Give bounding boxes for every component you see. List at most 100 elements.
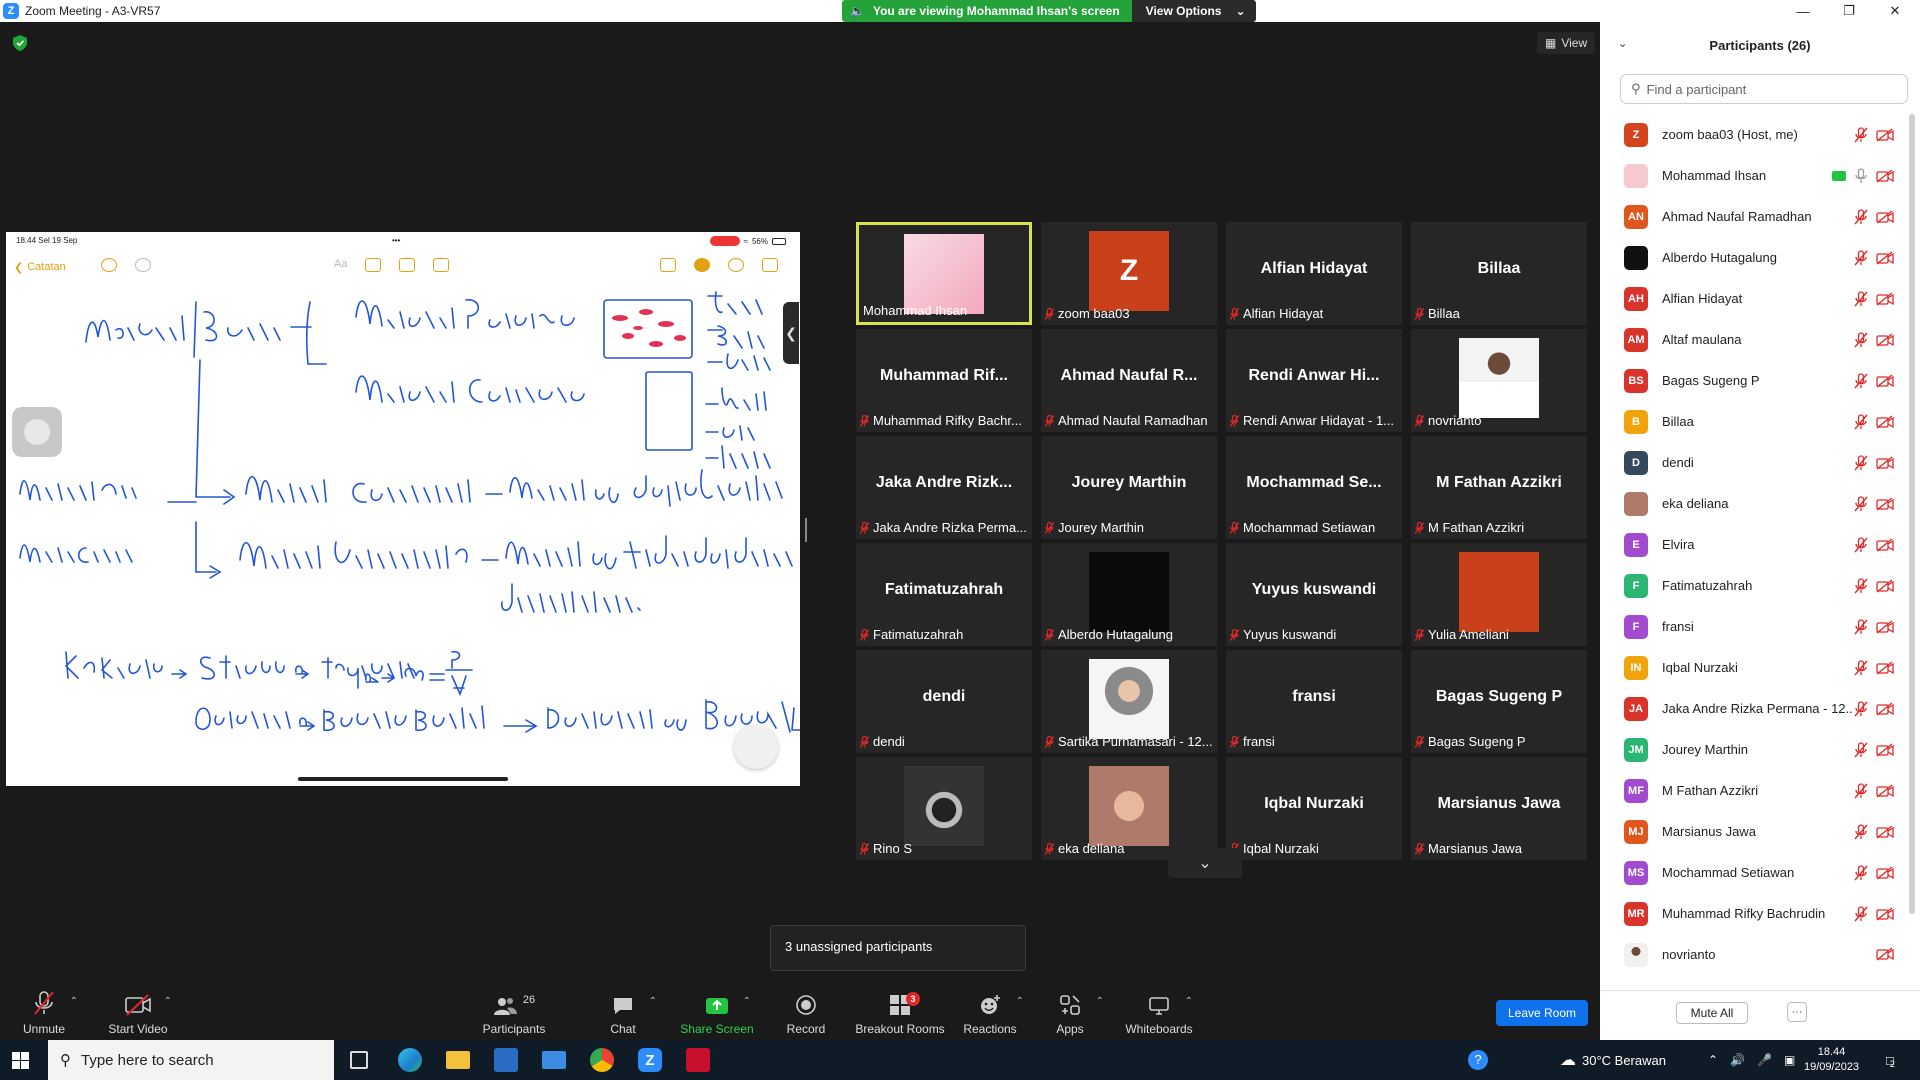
notification-button[interactable]: □ 2	[1886, 1040, 1895, 1080]
participant-tile[interactable]: Fatimatuzahrah Fatimatuzahrah	[856, 543, 1032, 646]
video-off-icon	[1876, 620, 1894, 634]
apps-caret-icon[interactable]: ⌃	[1096, 996, 1104, 1007]
taskbar-search-box[interactable]: ⚲ Type here to search	[48, 1040, 334, 1080]
participant-tile[interactable]: M Fathan Azzikri M Fathan Azzikri	[1411, 436, 1587, 539]
participant-list-item[interactable]: Alberdo Hutagalung	[1600, 237, 1906, 278]
muted-mic-icon	[860, 414, 869, 427]
mcafee-icon[interactable]	[686, 1048, 710, 1072]
audio-options-caret-icon[interactable]: ⌃	[70, 996, 78, 1007]
microphone-icon[interactable]: 🎤	[1757, 1053, 1772, 1067]
zoom-app-icon[interactable]: Z	[638, 1048, 662, 1072]
participant-list-item[interactable]: B Billaa	[1600, 401, 1906, 442]
file-explorer-icon[interactable]	[446, 1051, 470, 1069]
mail-icon[interactable]	[542, 1051, 566, 1069]
participant-tile[interactable]: Jaka Andre Rizk... Jaka Andre Rizka Perma…	[856, 436, 1032, 539]
participant-search-input[interactable]: ⚲ Find a participant	[1620, 74, 1908, 104]
participant-list-item[interactable]: BS Bagas Sugeng P	[1600, 360, 1906, 401]
participant-tile[interactable]: Mohammad Ihsan	[856, 222, 1032, 325]
view-options-button[interactable]: View Options ⌄	[1131, 0, 1256, 22]
participant-tile[interactable]: Jourey Marthin Jourey Marthin	[1041, 436, 1217, 539]
participant-tile[interactable]: Bagas Sugeng P Bagas Sugeng P	[1411, 650, 1587, 753]
muted-mic-icon	[1854, 291, 1868, 307]
participant-tile[interactable]: fransi fransi	[1226, 650, 1402, 753]
participants-button[interactable]: 26 Participants	[466, 990, 562, 1040]
participant-list-item[interactable]: MS Mochammad Setiawan	[1600, 852, 1906, 893]
participant-list-scrollbar[interactable]	[1909, 114, 1915, 914]
record-button[interactable]: Record	[758, 990, 854, 1040]
share-screen-button[interactable]: Share Screen ⌃	[669, 990, 765, 1040]
whiteboards-caret-icon[interactable]: ⌃	[1185, 996, 1193, 1007]
unmute-button[interactable]: Unmute ⌃	[0, 990, 92, 1040]
participant-tile[interactable]: Zzoom baa03	[1041, 222, 1217, 325]
edge-browser-icon[interactable]	[398, 1048, 422, 1072]
participant-list-item[interactable]: JM Jourey Marthin	[1600, 729, 1906, 770]
participant-list-item[interactable]: Zzoom baa03 (Host, me)	[1600, 114, 1906, 155]
chat-options-caret-icon[interactable]: ⌃	[649, 996, 657, 1007]
participant-list-item[interactable]: eka deliana	[1600, 483, 1906, 524]
more-options-button[interactable]: ···	[1787, 1002, 1807, 1022]
participant-tile[interactable]: novrianto	[1411, 329, 1587, 432]
participant-tile[interactable]: Sartika Purnamasari - 12...	[1041, 650, 1217, 753]
participant-tile[interactable]: dendi dendi	[856, 650, 1032, 753]
participant-tile[interactable]: Rino S	[856, 757, 1032, 860]
participant-list-item[interactable]: MR Muhammad Rifky Bachrudin	[1600, 893, 1906, 934]
close-button[interactable]: ✕	[1872, 0, 1918, 22]
participant-list-item[interactable]: MJ Marsianus Jawa	[1600, 811, 1906, 852]
participant-list-item[interactable]: MF M Fathan Azzikri	[1600, 770, 1906, 811]
volume-icon[interactable]: 🔊	[1730, 1053, 1745, 1067]
participant-tile[interactable]: Yulia Ameliani	[1411, 543, 1587, 646]
encryption-shield-icon[interactable]	[13, 35, 27, 51]
mute-all-button[interactable]: Mute All	[1676, 1002, 1748, 1024]
participant-tile[interactable]: Rendi Anwar Hi... Rendi Anwar Hidayat - 1…	[1226, 329, 1402, 432]
participant-list-item[interactable]: Ddendi	[1600, 442, 1906, 483]
microsoft-store-icon[interactable]	[494, 1048, 518, 1072]
collapse-sidebar-button[interactable]: ❮	[783, 302, 799, 364]
participant-name: fransi	[1243, 734, 1275, 749]
participant-list-item[interactable]: Ffransi	[1600, 606, 1906, 647]
participant-list-item[interactable]: AN Ahmad Naufal Ramadhan	[1600, 196, 1906, 237]
apps-button[interactable]: Apps ⌃	[1022, 990, 1118, 1040]
view-button[interactable]: ▦ View	[1537, 32, 1596, 54]
avatar	[1459, 552, 1539, 632]
shared-screen[interactable]: 18.44 Sel 19 Sep ••• ≈ 56% ❮ Catatan Aa	[6, 232, 800, 786]
pencil-tool-button[interactable]	[734, 725, 778, 769]
participant-list-item[interactable]: AM Altaf maulana	[1600, 319, 1906, 360]
start-video-button[interactable]: Start Video ⌃	[90, 990, 186, 1040]
participant-tile[interactable]: Marsianus Jawa Marsianus Jawa	[1411, 757, 1587, 860]
participant-tile[interactable]: eka deliana	[1041, 757, 1217, 860]
maximize-button[interactable]: ❐	[1826, 0, 1872, 22]
participant-tile[interactable]: Alberdo Hutagalung	[1041, 543, 1217, 646]
participant-list-item[interactable]: IN Iqbal Nurzaki	[1600, 647, 1906, 688]
participant-tile[interactable]: Iqbal Nurzaki Iqbal Nurzaki	[1226, 757, 1402, 860]
video-options-caret-icon[interactable]: ⌃	[164, 996, 172, 1007]
leave-room-button[interactable]: Leave Room	[1496, 1000, 1588, 1026]
tray-chevron-up-icon[interactable]: ⌃	[1708, 1053, 1718, 1067]
participant-list-item[interactable]: AH Alfian Hidayat	[1600, 278, 1906, 319]
participant-list-item[interactable]: E Elvira	[1600, 524, 1906, 565]
share-options-caret-icon[interactable]: ⌃	[743, 996, 751, 1007]
participant-list-item[interactable]: F Fatimatuzahrah	[1600, 565, 1906, 606]
participant-tile[interactable]: Alfian Hidayat Alfian Hidayat	[1226, 222, 1402, 325]
participant-tile[interactable]: Muhammad Rif... Muhammad Rifky Bachr...	[856, 329, 1032, 432]
participant-list-item[interactable]: Mohammad Ihsan	[1600, 155, 1906, 196]
taskbar-clock[interactable]: 18.44 19/09/2023	[1804, 1040, 1859, 1080]
panel-collapse-chevron-icon[interactable]: ⌄	[1618, 37, 1627, 50]
network-icon[interactable]: ▣	[1784, 1053, 1795, 1067]
help-icon[interactable]: ?	[1468, 1040, 1488, 1080]
chrome-icon[interactable]	[590, 1048, 614, 1072]
split-view-handle[interactable]	[805, 518, 807, 542]
participant-tile[interactable]: Ahmad Naufal R... Ahmad Naufal Ramadhan	[1041, 329, 1217, 432]
gallery-next-page-button[interactable]: ⌄	[1168, 848, 1242, 878]
minimize-button[interactable]: —	[1780, 0, 1826, 22]
breakout-rooms-button[interactable]: 3 Breakout Rooms	[850, 990, 950, 1040]
participant-tile[interactable]: Mochammad Se... Mochammad Setiawan	[1226, 436, 1402, 539]
task-view-icon[interactable]	[350, 1051, 368, 1069]
windows-start-icon[interactable]	[12, 1052, 29, 1069]
participant-list-item[interactable]: JA Jaka Andre Rizka Permana - 12...	[1600, 688, 1906, 729]
participant-tile[interactable]: Billaa Billaa	[1411, 222, 1587, 325]
whiteboards-button[interactable]: Whiteboards ⌃	[1111, 990, 1207, 1040]
weather-widget[interactable]: ☁ 30°C Berawan	[1560, 1040, 1666, 1080]
chat-button[interactable]: Chat ⌃	[575, 990, 671, 1040]
participant-list-item[interactable]: novrianto	[1600, 934, 1906, 975]
participant-tile[interactable]: Yuyus kuswandi Yuyus kuswandi	[1226, 543, 1402, 646]
